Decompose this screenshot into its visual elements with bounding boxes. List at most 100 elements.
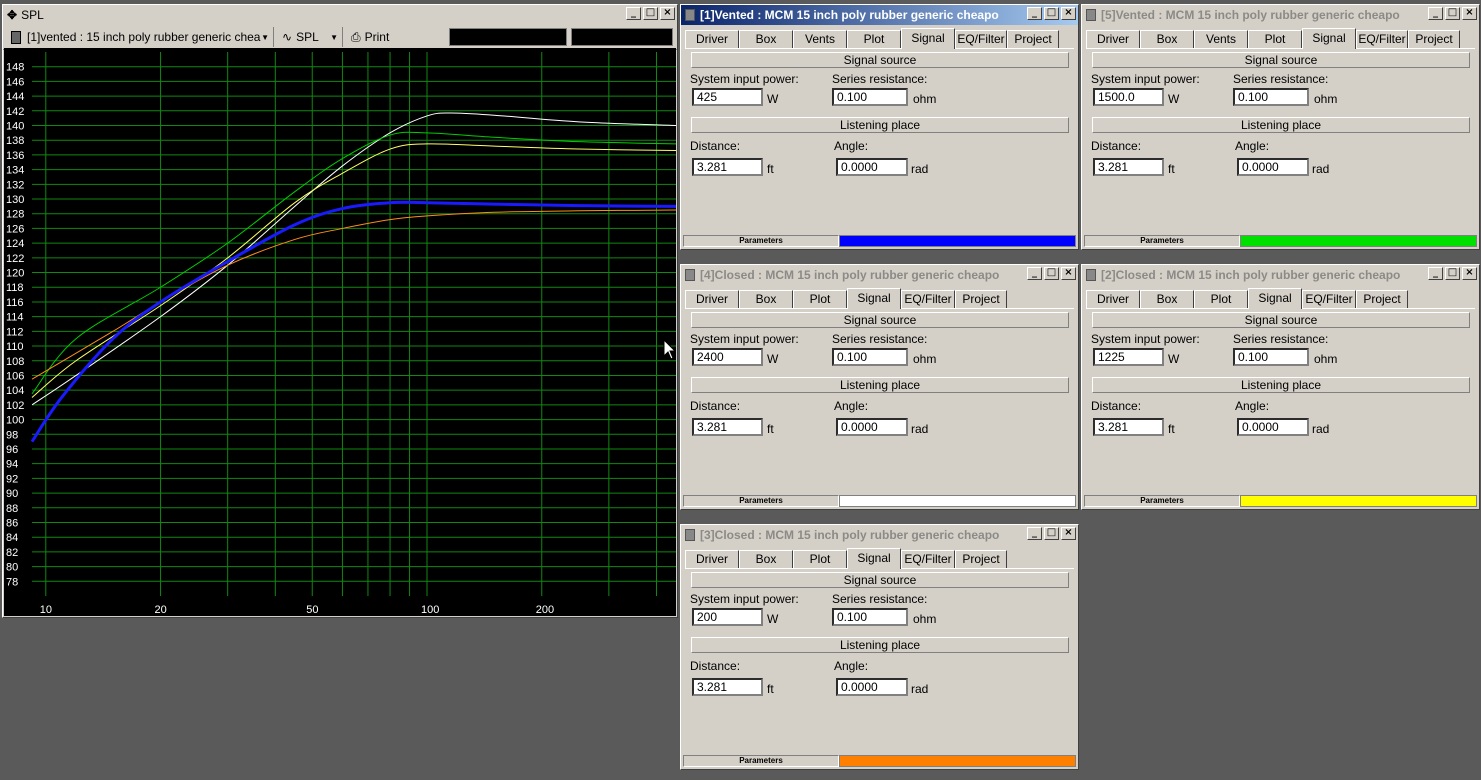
tab-eq-filter[interactable]: EQ/Filter [901,290,955,308]
tab-signal[interactable]: Signal [1248,288,1302,309]
param-window: [5]Vented : MCM 15 inch poly rubber gene… [1081,4,1480,250]
mouse-cursor-icon [663,338,676,360]
series-resistance-field[interactable]: 0.100 [832,88,908,106]
tab-eq-filter[interactable]: EQ/Filter [955,30,1007,48]
system-input-power-field[interactable]: 425 [692,88,763,106]
tab-project[interactable]: Project [1356,290,1408,308]
distance-field[interactable]: 3.281 [692,678,763,696]
power-unit: W [1168,92,1180,106]
distance-field[interactable]: 3.281 [1093,418,1164,436]
angle-field[interactable]: 0.0000 [836,158,908,176]
power-unit: W [767,92,779,106]
system-input-power-field[interactable]: 1500.0 [1093,88,1164,106]
tab-signal[interactable]: Signal [847,288,901,309]
minimize-button[interactable]: _ [1027,527,1042,540]
y-tick-label: 136 [6,150,24,162]
tab-project[interactable]: Project [955,550,1007,568]
y-tick-label: 80 [6,562,18,574]
distance-label: Distance: [1091,399,1142,413]
tab-project[interactable]: Project [955,290,1007,308]
y-tick-label: 120 [6,268,24,280]
x-tick-label: 50 [306,604,318,616]
angle-field[interactable]: 0.0000 [836,418,908,436]
project-select[interactable]: [1]vented : 15 inch poly rubber generic … [7,27,274,47]
close-button[interactable]: × [1061,527,1076,540]
maximize-button[interactable]: □ [1044,527,1059,540]
minimize-button[interactable]: _ [1428,267,1443,280]
tab-vents[interactable]: Vents [793,30,847,48]
minimize-button[interactable]: _ [1027,267,1042,280]
param-window-titlebar[interactable]: [1]Vented : MCM 15 inch poly rubber gene… [681,5,1078,25]
printer-icon: ⎙ [351,29,361,44]
tab-vents[interactable]: Vents [1194,30,1248,48]
system-input-power-field[interactable]: 1225 [1093,348,1164,366]
maximize-button[interactable]: □ [1044,7,1059,20]
minimize-button[interactable]: _ [626,7,641,20]
mode-label: SPL [296,30,319,44]
spl-titlebar[interactable]: ✥ SPL _ □ × [3,5,677,25]
distance-field[interactable]: 3.281 [1093,158,1164,176]
angle-field[interactable]: 0.0000 [836,678,908,696]
tab-driver[interactable]: Driver [1086,290,1140,308]
tab-signal[interactable]: Signal [847,548,901,569]
listening-place-header: Listening place [1092,377,1470,393]
tab-plot[interactable]: Plot [1194,290,1248,308]
series-resistance-field[interactable]: 0.100 [1233,348,1309,366]
angle-field[interactable]: 0.0000 [1237,418,1309,436]
tab-project[interactable]: Project [1408,30,1460,48]
tab-box[interactable]: Box [739,30,793,48]
maximize-button[interactable]: □ [1445,267,1460,280]
param-window-titlebar[interactable]: [4]Closed : MCM 15 inch poly rubber gene… [681,265,1078,285]
distance-field[interactable]: 3.281 [692,418,763,436]
close-button[interactable]: × [1462,267,1477,280]
tab-plot[interactable]: Plot [847,30,901,48]
system-input-power-field[interactable]: 200 [692,608,763,626]
tab-driver[interactable]: Driver [685,30,739,48]
maximize-button[interactable]: □ [1445,7,1460,20]
close-button[interactable]: × [1462,7,1477,20]
minimize-button[interactable]: _ [1027,7,1042,20]
tab-box[interactable]: Box [739,290,793,308]
angle-field[interactable]: 0.0000 [1237,158,1309,176]
tab-box[interactable]: Box [1140,290,1194,308]
project-color-swatch [1240,495,1477,507]
tab-plot[interactable]: Plot [793,290,847,308]
distance-field[interactable]: 3.281 [692,158,763,176]
tab-eq-filter[interactable]: EQ/Filter [1302,290,1356,308]
close-button[interactable]: × [1061,7,1076,20]
power-unit: W [1168,352,1180,366]
tab-project[interactable]: Project [1007,30,1059,48]
tab-eq-filter[interactable]: EQ/Filter [901,550,955,568]
tab-driver[interactable]: Driver [685,290,739,308]
parameters-status-label: Parameters [683,755,839,767]
minimize-button[interactable]: _ [1428,7,1443,20]
mode-select[interactable]: ∿ SPL ▼ [278,27,343,47]
document-icon [685,9,695,21]
y-tick-label: 142 [6,106,24,118]
series-line [31,131,676,395]
tab-signal[interactable]: Signal [1302,28,1356,49]
print-button[interactable]: ⎙ Print [347,27,445,47]
system-input-power-field[interactable]: 2400 [692,348,763,366]
tab-plot[interactable]: Plot [1248,30,1302,48]
maximize-button[interactable]: □ [643,7,658,20]
tab-strip: Driver Box Plot Signal EQ/Filter Project [685,547,1074,569]
series-resistance-field[interactable]: 0.100 [1233,88,1309,106]
tab-box[interactable]: Box [739,550,793,568]
param-window-titlebar[interactable]: [3]Closed : MCM 15 inch poly rubber gene… [681,525,1078,545]
parameters-status-label: Parameters [1084,235,1240,247]
tab-driver[interactable]: Driver [685,550,739,568]
close-button[interactable]: × [660,7,675,20]
tab-signal[interactable]: Signal [901,28,955,49]
close-button[interactable]: × [1061,267,1076,280]
tab-eq-filter[interactable]: EQ/Filter [1356,30,1408,48]
maximize-button[interactable]: □ [1044,267,1059,280]
param-window-titlebar[interactable]: [2]Closed : MCM 15 inch poly rubber gene… [1082,265,1479,285]
tab-box[interactable]: Box [1140,30,1194,48]
spl-chart[interactable]: 148 146 144 142 140 138 136 134 132 130 128 126 124 1… [4,48,676,616]
series-resistance-field[interactable]: 0.100 [832,608,908,626]
series-resistance-field[interactable]: 0.100 [832,348,908,366]
tab-driver[interactable]: Driver [1086,30,1140,48]
tab-plot[interactable]: Plot [793,550,847,568]
param-window-titlebar[interactable]: [5]Vented : MCM 15 inch poly rubber gene… [1082,5,1479,25]
